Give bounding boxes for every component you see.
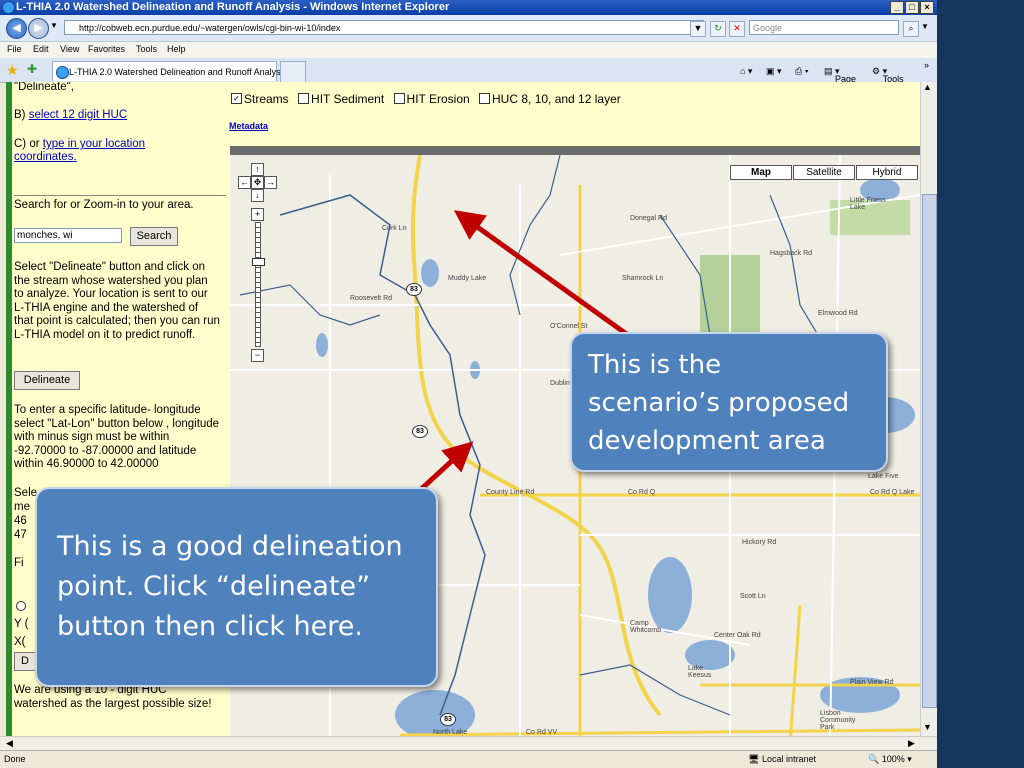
callout-line: development area	[588, 426, 826, 456]
arrow-to-delineation-point	[416, 441, 474, 494]
callout-delineation-point: This is a good delineation point. Click …	[35, 487, 438, 687]
arrow-to-development-area	[453, 210, 634, 341]
callout-line: This is the	[588, 350, 722, 380]
callout-line: point. Click “delineate”	[57, 571, 371, 602]
callout-line: button then click here.	[57, 611, 363, 642]
callout-development-area: This is the scenario’s proposed developm…	[570, 332, 888, 472]
callout-line: This is a good delineation	[57, 531, 403, 562]
callout-line: scenario’s proposed	[588, 388, 850, 418]
